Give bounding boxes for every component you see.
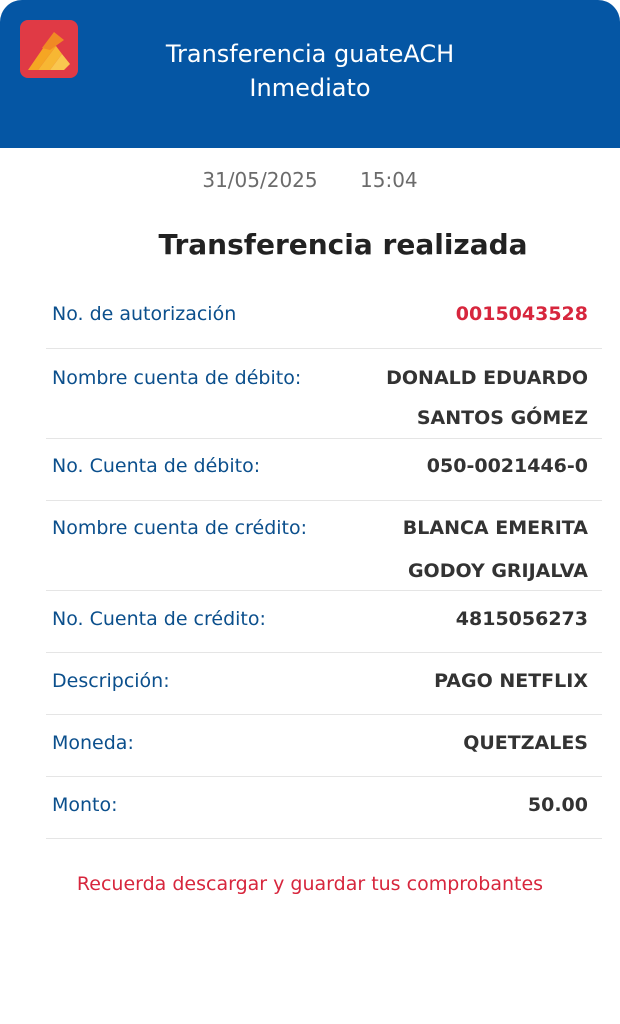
detail-row-debit-account: No. Cuenta de débito: 050-0021446-0 (46, 439, 602, 501)
result-title: Transferencia realizada (158, 228, 528, 261)
transaction-time: 15:04 (360, 168, 418, 192)
debit-account-label: No. Cuenta de débito: (52, 455, 261, 477)
credit-name-value: BLANCA EMERITA GODOY GRIJALVA (403, 503, 588, 596)
authorization-value: 0015043528 (455, 303, 588, 325)
credit-name-label: Nombre cuenta de crédito: (52, 517, 308, 539)
debit-name-value: DONALD EDUARDO SANTOS GÓMEZ (386, 353, 588, 443)
amount-value: 50.00 (527, 794, 588, 816)
header-bar: Transferencia guateACH Inmediato (0, 0, 620, 148)
header-title-line1: Transferencia guateACH (165, 40, 455, 68)
amount-label: Monto: (52, 794, 118, 816)
detail-row-credit-account: No. Cuenta de crédito: 4815056273 (46, 591, 602, 653)
detail-row-authorization: No. de autorización 0015043528 (46, 289, 602, 349)
header-title: Transferencia guateACH Inmediato (0, 37, 620, 105)
description-value: PAGO NETFLIX (434, 670, 588, 692)
credit-account-label: No. Cuenta de crédito: (52, 608, 266, 630)
description-label: Descripción: (52, 670, 170, 692)
currency-value: QUETZALES (463, 732, 588, 754)
transaction-date: 31/05/2025 (202, 168, 318, 192)
credit-account-value: 4815056273 (455, 608, 588, 630)
authorization-label: No. de autorización (52, 303, 237, 325)
currency-label: Moneda: (52, 732, 134, 754)
debit-name-line2: SANTOS GÓMEZ (416, 407, 588, 429)
header-title-line2: Inmediato (249, 74, 371, 102)
detail-row-credit-name: Nombre cuenta de crédito: BLANCA EMERITA… (46, 501, 602, 591)
detail-row-description: Descripción: PAGO NETFLIX (46, 653, 602, 715)
credit-name-line2: GODOY GRIJALVA (407, 560, 588, 582)
transaction-datetime: 31/05/2025 15:04 (0, 166, 620, 194)
detail-row-debit-name: Nombre cuenta de débito: DONALD EDUARDO … (46, 349, 602, 439)
debit-account-value: 050-0021446-0 (426, 455, 588, 477)
download-reminder: Recuerda descargar y guardar tus comprob… (76, 873, 544, 895)
detail-row-amount: Monto: 50.00 (46, 777, 602, 839)
detail-row-currency: Moneda: QUETZALES (46, 715, 602, 777)
debit-name-label: Nombre cuenta de débito: (52, 367, 302, 389)
